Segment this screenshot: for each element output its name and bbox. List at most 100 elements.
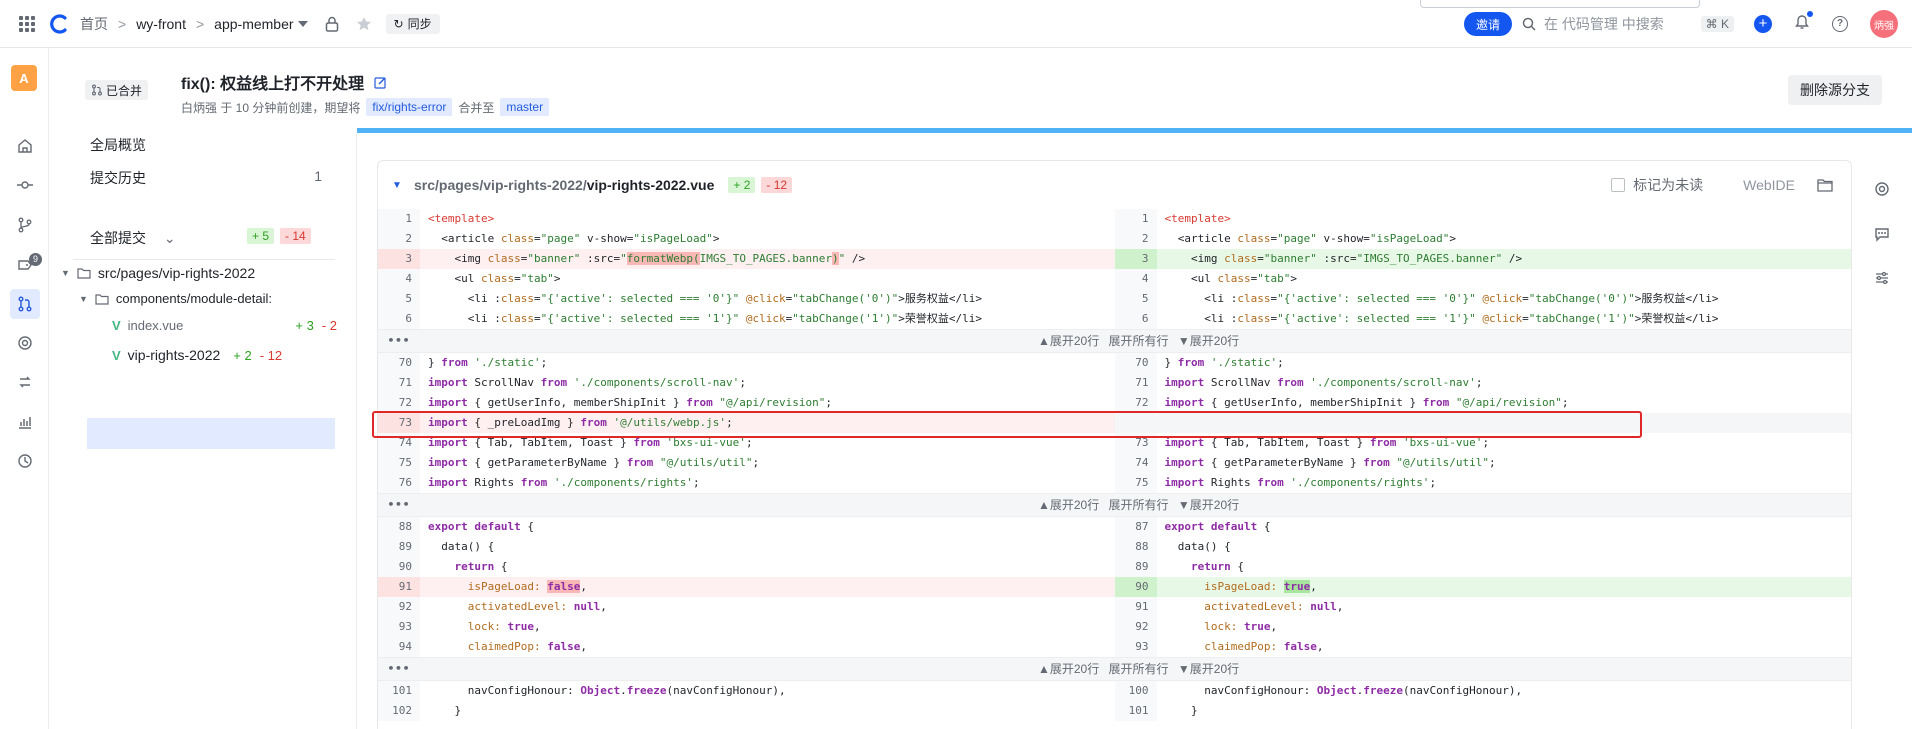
delete-source-branch-button[interactable]: 删除源分支 <box>1788 75 1882 105</box>
tree-subfolder[interactable]: ▼ components/module-detail: <box>79 291 272 306</box>
file-vip-add: + 2 <box>233 347 252 363</box>
search-input[interactable]: 在 代码管理 中搜索 ⌘ K <box>1522 10 1742 38</box>
chart-icon[interactable] <box>16 413 34 431</box>
overview-link[interactable]: 全局概览 <box>90 135 146 155</box>
diff-row: 72 import { getUserInfo, memberShipInit }… <box>378 393 1851 413</box>
folder-icon[interactable] <box>1817 178 1833 192</box>
collapse-caret-icon[interactable]: ▼ <box>392 180 402 191</box>
page-title: fix(): 权益线上打不开处理 <box>181 70 387 94</box>
progress-bar <box>357 128 1912 133</box>
diff-row: 75 import { getParameterByName } from "@/… <box>378 453 1851 473</box>
diff-row: 76 import Rights from './components/right… <box>378 473 1851 493</box>
tree-file-vip-rights[interactable]: V vip-rights-2022 + 2 - 12 <box>112 347 337 363</box>
merge-to-label: 合并至 <box>458 100 495 115</box>
home-icon[interactable] <box>16 137 34 155</box>
sync-icon[interactable] <box>16 373 34 391</box>
all-commits-select[interactable]: 全部提交 ⌄ <box>90 228 176 248</box>
search-placeholder: 在 代码管理 中搜索 <box>1544 16 1664 32</box>
path-prefix: src/pages/vip-rights-2022/ <box>414 177 587 193</box>
breadcrumb-group[interactable]: wy-front <box>136 16 186 32</box>
folder-icon <box>95 293 109 305</box>
search-shortcut: ⌘ K <box>1700 16 1734 32</box>
commit-icon[interactable] <box>16 176 34 194</box>
invite-button[interactable]: 邀请 <box>1463 12 1512 36</box>
file-index-del: - 2 <box>321 318 337 333</box>
diff-stats: + 2 - 12 <box>728 177 793 193</box>
diff-row: 5 <li :class="{'active': selected === '0… <box>378 289 1851 309</box>
breadcrumb-separator-icon: > <box>195 15 205 32</box>
edit-icon[interactable] <box>374 76 387 89</box>
file-vip-rights-label: vip-rights-2022 <box>127 347 221 363</box>
webide-link[interactable]: WebIDE <box>1743 177 1795 193</box>
tag-icon[interactable] <box>16 256 34 274</box>
fold-expander[interactable]: ••• ▲展开20行 展开所有行 ▼展开20行 <box>378 329 1851 353</box>
create-plus-icon[interactable]: + <box>1754 15 1772 33</box>
mark-unread-label[interactable]: 标记为未读 <box>1633 175 1703 195</box>
sync-button[interactable]: ↻ 同步 <box>385 13 440 34</box>
folder-icon <box>77 268 91 279</box>
mr-title-text: fix(): 权益线上打不开处理 <box>181 76 365 93</box>
all-commits-label: 全部提交 <box>90 230 146 246</box>
merge-request-icon[interactable] <box>10 289 40 319</box>
history-icon[interactable] <box>16 452 34 470</box>
vue-icon: V <box>112 347 121 363</box>
commit-history-link[interactable]: 提交历史 <box>90 168 146 188</box>
vue-icon: V <box>112 318 121 333</box>
tree-subfolder-label: components/module-detail: <box>115 291 273 306</box>
fold-expander[interactable]: ••• ▲展开20行 展开所有行 ▼展开20行 <box>378 493 1851 517</box>
expand-dots-icon[interactable]: ••• <box>378 495 420 515</box>
diff-row: 6 <li :class="{'active': selected === '1… <box>378 309 1851 329</box>
diff-row-deleted: 73 import { _preLoadImg } from '@/utils/w… <box>378 413 1851 433</box>
diff-del: - 12 <box>761 177 793 193</box>
diff-code: 1 <template> 1 <template> 2 <article class… <box>378 209 1851 721</box>
help-icon[interactable]: ? <box>1832 16 1848 32</box>
diff-panel: ▼ src/pages/vip-rights-2022/vip-rights-2… <box>377 160 1852 729</box>
tree-folder[interactable]: ▼ src/pages/vip-rights-2022 <box>61 265 255 281</box>
review-icon[interactable] <box>1873 180 1891 198</box>
diff-row: 92 activatedLevel: null, 91 activatedLev… <box>378 597 1851 617</box>
merge-icon <box>92 84 102 96</box>
diff-row: 70} from './static'; 70} from './static'… <box>378 353 1851 373</box>
diff-row: 102 } 101 } <box>378 701 1851 721</box>
review-icon[interactable] <box>16 334 34 352</box>
diff-add: + 2 <box>728 177 756 193</box>
mark-unread-checkbox[interactable] <box>1611 178 1626 192</box>
file-vip-stats: + 2 - 12 <box>233 348 282 363</box>
star-icon[interactable] <box>356 16 372 32</box>
settings-sliders-icon[interactable] <box>1873 269 1891 287</box>
fold-label[interactable]: ▲展开20行 展开所有行 ▼展开20行 <box>1038 331 1239 351</box>
caret-down-icon: ▼ <box>79 293 88 304</box>
mr-subtitle: 白炳强 于 10 分钟前创建，期望将 fix/rights-error 合并至 … <box>181 98 550 116</box>
divider <box>73 259 335 260</box>
logo-icon[interactable] <box>50 13 70 34</box>
diff-header-actions: 标记为未读 WebIDE <box>1611 175 1833 195</box>
diff-row-changed: 91 isPageLoad: false, 90 isPageLoad: tru… <box>378 577 1851 597</box>
diff-row: 1 <template> 1 <template> <box>378 209 1851 229</box>
fold-label[interactable]: ▲展开20行 展开所有行 ▼展开20行 <box>1038 659 1239 679</box>
diff-row: 4 <ul class="tab"> 4 <ul class="tab"> <box>378 269 1851 289</box>
apps-grid-icon[interactable] <box>19 15 35 32</box>
source-branch-tag[interactable]: fix/rights-error <box>366 98 453 116</box>
diff-file-path[interactable]: src/pages/vip-rights-2022/vip-rights-202… <box>414 177 714 193</box>
diff-header: ▼ src/pages/vip-rights-2022/vip-rights-2… <box>378 161 1851 209</box>
user-avatar[interactable]: 炳强 <box>1870 10 1898 38</box>
expand-dots-icon[interactable]: ••• <box>378 331 420 351</box>
all-del-count: - 14 <box>280 228 311 244</box>
breadcrumb-home[interactable]: 首页 <box>80 14 108 34</box>
project-avatar[interactable]: A <box>11 65 37 91</box>
diff-row: 93 lock: true, 92 lock: true, <box>378 617 1851 637</box>
breadcrumb-repo[interactable]: app-member <box>214 16 293 32</box>
tree-file-index[interactable]: V index.vue + 3 - 2 <box>112 318 337 333</box>
fold-expander[interactable]: ••• ▲展开20行 展开所有行 ▼展开20行 <box>378 657 1851 681</box>
chevron-down-icon: ⌄ <box>163 230 176 246</box>
target-branch-tag[interactable]: master <box>500 98 550 116</box>
notification-bell-icon[interactable] <box>1794 10 1813 35</box>
mr-author-line: 白炳强 于 10 分钟前创建，期望将 <box>181 100 361 115</box>
chevron-down-icon[interactable] <box>297 20 308 27</box>
caret-down-icon: ▼ <box>61 268 70 278</box>
expand-dots-icon[interactable]: ••• <box>378 659 420 679</box>
branch-icon[interactable] <box>16 216 34 234</box>
lock-icon <box>324 16 340 32</box>
comment-icon[interactable] <box>1873 225 1891 243</box>
fold-label[interactable]: ▲展开20行 展开所有行 ▼展开20行 <box>1038 495 1239 515</box>
